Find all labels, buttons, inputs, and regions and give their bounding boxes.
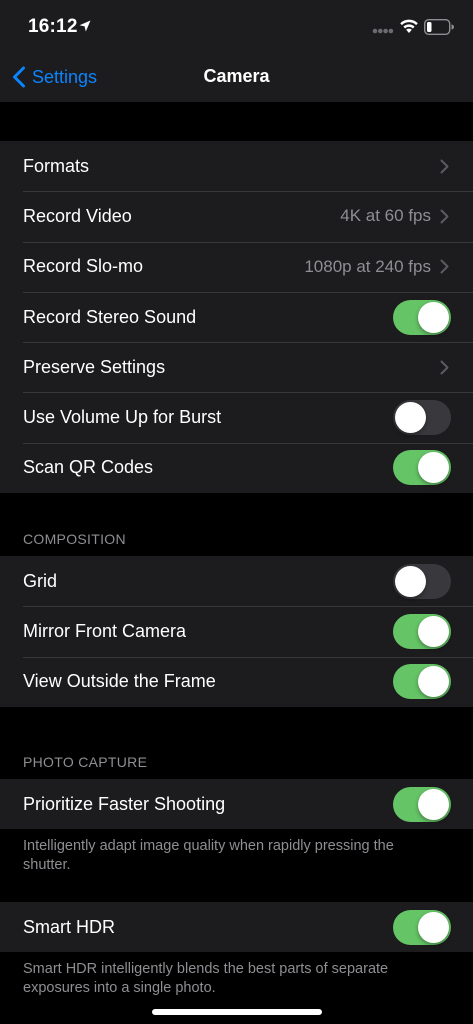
smart-hdr-row: Smart HDR [0, 902, 473, 952]
preserve-settings-label: Preserve Settings [23, 356, 166, 377]
prioritize-footer: Intelligently adapt image quality when r… [23, 838, 394, 873]
status-time: 16:12 [28, 16, 78, 37]
volume-burst-row: Use Volume Up for Burst [0, 392, 473, 442]
smart-hdr-toggle[interactable] [393, 909, 451, 945]
mirror-front-toggle[interactable] [393, 613, 451, 649]
camera-settings-screen: 16:12 Settings Camera Formats Record Vid… [0, 0, 473, 1024]
grid-row: Grid [0, 556, 473, 606]
formats-label: Formats [23, 155, 90, 176]
chevron-right-icon [440, 159, 449, 174]
toggle-knob [418, 911, 449, 943]
record-video-value: 4K at 60 fps [340, 206, 431, 226]
toggle-knob [395, 565, 426, 597]
view-outside-row: View Outside the Frame [0, 656, 473, 707]
battery-icon [424, 19, 454, 35]
view-outside-label: View Outside the Frame [23, 671, 216, 692]
record-stereo-row: Record Stereo Sound [0, 291, 473, 342]
home-indicator [152, 1009, 322, 1015]
prioritize-row: Prioritize Faster Shooting [0, 779, 473, 829]
record-slomo-row[interactable]: Record Slo-mo 1080p at 240 fps [0, 241, 473, 292]
toggle-knob [418, 666, 449, 698]
grid-toggle[interactable] [393, 563, 451, 599]
navigation-bar: Settings Camera [0, 52, 473, 102]
grid-label: Grid [23, 570, 58, 591]
record-stereo-label: Record Stereo Sound [23, 306, 197, 327]
smart-hdr-footer: Smart HDR intelligently blends the best … [23, 961, 389, 996]
volume-burst-label: Use Volume Up for Burst [23, 407, 222, 428]
formats-row[interactable]: Formats [0, 141, 473, 191]
view-outside-toggle[interactable] [393, 664, 451, 700]
camera-main-group: Formats Record Video 4K at 60 fps Record… [0, 141, 473, 494]
photo-capture-section-header: PHOTO CAPTURE [23, 754, 148, 770]
smart-hdr-group: Smart HDR [0, 902, 473, 953]
toggle-knob [418, 301, 449, 333]
smart-hdr-label: Smart HDR [23, 916, 116, 937]
scan-qr-label: Scan QR Codes [23, 457, 154, 478]
record-slomo-value: 1080p at 240 fps [304, 256, 431, 276]
preserve-settings-row[interactable]: Preserve Settings [0, 342, 473, 392]
prioritize-toggle[interactable] [393, 786, 451, 822]
chevron-right-icon [440, 360, 449, 375]
composition-section-header: COMPOSITION [23, 531, 126, 547]
record-video-row[interactable]: Record Video 4K at 60 fps [0, 191, 473, 241]
location-arrow-icon [79, 20, 91, 32]
record-slomo-label: Record Slo-mo [23, 256, 144, 277]
toggle-knob [418, 452, 449, 484]
cellular-signal-icon [372, 28, 394, 34]
chevron-right-icon [440, 259, 449, 274]
scan-qr-toggle[interactable] [393, 450, 451, 486]
chevron-right-icon [440, 209, 449, 224]
scan-qr-row: Scan QR Codes [0, 442, 473, 493]
page-title: Camera [203, 66, 270, 86]
prioritize-group: Prioritize Faster Shooting [0, 779, 473, 830]
volume-burst-toggle[interactable] [393, 400, 451, 436]
wifi-icon [400, 19, 418, 33]
record-video-label: Record Video [23, 205, 132, 226]
prioritize-label: Prioritize Faster Shooting [23, 793, 226, 814]
record-stereo-toggle[interactable] [393, 299, 451, 335]
toggle-knob [395, 402, 426, 434]
composition-group: Grid Mirror Front Camera View Outside th… [0, 556, 473, 707]
toggle-knob [418, 615, 449, 647]
mirror-front-row: Mirror Front Camera [0, 606, 473, 656]
toggle-knob [418, 788, 449, 820]
status-bar: 16:12 [0, 0, 473, 52]
mirror-front-label: Mirror Front Camera [23, 620, 187, 641]
